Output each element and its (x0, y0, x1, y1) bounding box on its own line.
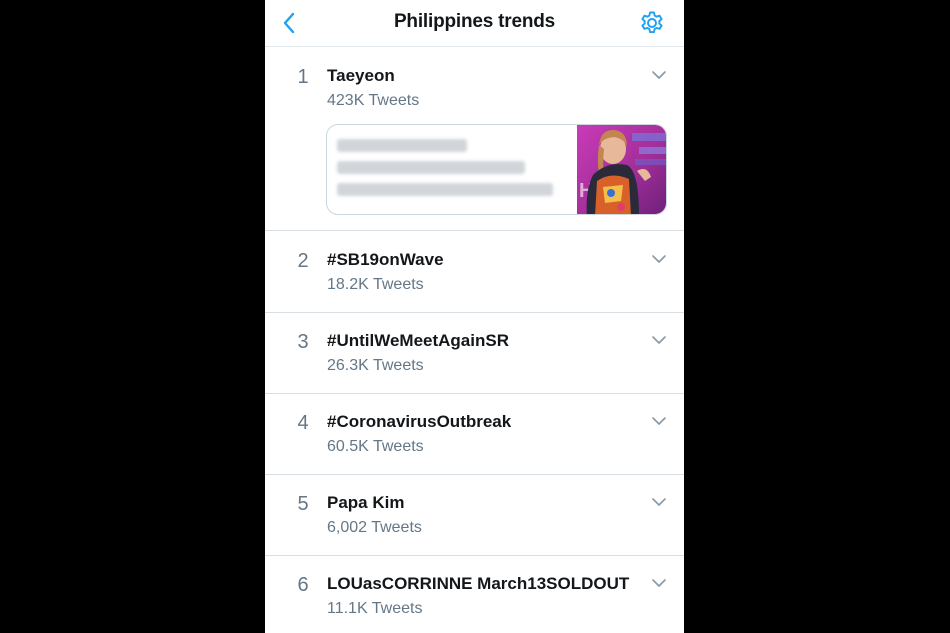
blurred-headline (335, 135, 571, 205)
gear-icon (641, 11, 663, 34)
trend-rank: 3 (297, 331, 309, 353)
chevron-down-icon[interactable] (649, 252, 669, 266)
tweet-count: 26.3K Tweets (327, 357, 424, 374)
chevron-down-icon[interactable] (649, 495, 669, 509)
tweet-count: 11.1K Tweets (327, 600, 423, 617)
settings-button[interactable] (638, 9, 666, 37)
chevron-down-icon[interactable] (649, 414, 669, 428)
trend-name: LOUasCORRINNE March13SOLDOUT (327, 574, 630, 593)
trend-item[interactable]: 1 Taeyeon 423K Tweets H (265, 48, 684, 231)
news-thumbnail-image: H H 1 (577, 125, 666, 214)
trend-item[interactable]: 5 Papa Kim 6,002 Tweets (265, 475, 684, 556)
trend-rank: 4 (297, 412, 309, 434)
chevron-down-icon[interactable] (649, 333, 669, 347)
trend-name: #UntilWeMeetAgainSR (327, 331, 509, 350)
trend-item[interactable]: 6 LOUasCORRINNE March13SOLDOUT 11.1K Twe… (265, 556, 684, 633)
trends-screen: Philippines trends 1 Taeyeon 423K Tweets (265, 0, 684, 633)
chevron-down-icon[interactable] (649, 68, 669, 82)
top-bar: Philippines trends (265, 0, 684, 47)
trend-name: Taeyeon (327, 66, 395, 85)
tweet-count: 423K Tweets (327, 92, 420, 109)
trend-rank: 1 (297, 66, 309, 88)
trend-rank: 5 (297, 493, 309, 515)
trend-name: #SB19onWave (327, 250, 444, 269)
page-title: Philippines trends (393, 11, 556, 32)
trend-rank: 6 (297, 574, 309, 596)
trend-name: Papa Kim (327, 493, 405, 512)
news-preview-card[interactable]: H H 1 (326, 124, 667, 215)
tweet-count: 18.2K Tweets (327, 276, 424, 293)
tweet-count: 60.5K Tweets (327, 438, 424, 455)
trend-item[interactable]: 4 #CoronavirusOutbreak 60.5K Tweets (265, 394, 684, 475)
trend-item[interactable]: 2 #SB19onWave 18.2K Tweets (265, 232, 684, 313)
trend-rank: 2 (297, 250, 309, 272)
trend-name: #CoronavirusOutbreak (327, 412, 512, 431)
chevron-down-icon[interactable] (649, 576, 669, 590)
trend-item[interactable]: 3 #UntilWeMeetAgainSR 26.3K Tweets (265, 313, 684, 394)
tweet-count: 6,002 Tweets (327, 519, 422, 536)
